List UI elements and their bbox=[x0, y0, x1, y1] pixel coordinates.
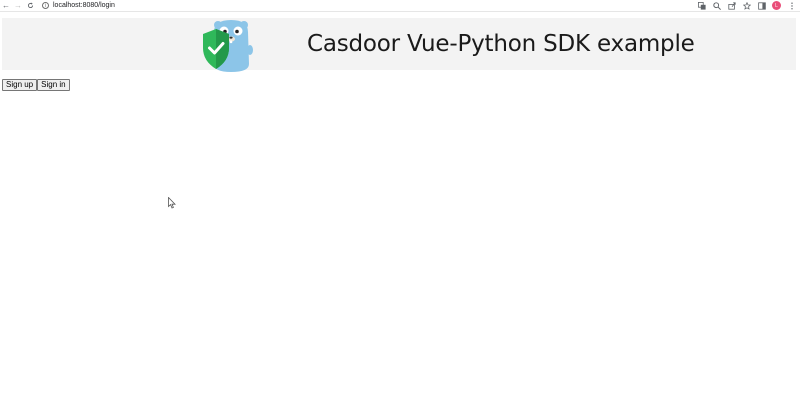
translate-icon[interactable] bbox=[697, 1, 706, 10]
address-bar[interactable]: i localhost:8080/login bbox=[42, 1, 115, 11]
url-text[interactable]: localhost:8080/login bbox=[53, 2, 115, 9]
share-icon[interactable] bbox=[727, 1, 736, 10]
mouse-pointer-icon bbox=[168, 197, 176, 209]
sign-up-button[interactable]: Sign up bbox=[2, 79, 38, 91]
sign-in-button[interactable]: Sign in bbox=[37, 79, 70, 91]
toolbar-actions: L bbox=[697, 1, 800, 10]
back-icon[interactable]: ← bbox=[0, 0, 12, 12]
zoom-icon[interactable] bbox=[712, 1, 721, 10]
side-panel-icon[interactable] bbox=[757, 1, 766, 10]
header-banner: Casdoor Vue-Python SDK example bbox=[2, 18, 796, 72]
bookmark-star-icon[interactable] bbox=[742, 1, 751, 10]
reload-icon[interactable] bbox=[24, 0, 36, 12]
profile-avatar[interactable]: L bbox=[772, 1, 781, 10]
reload-glyph bbox=[27, 2, 33, 9]
browser-toolbar: ← → i localhost:8080/login L bbox=[0, 0, 800, 12]
auth-button-group: Sign up Sign in bbox=[2, 79, 70, 91]
casdoor-gopher-logo-icon bbox=[203, 20, 253, 72]
page-title: Casdoor Vue-Python SDK example bbox=[307, 31, 695, 57]
info-icon[interactable]: i bbox=[42, 2, 49, 9]
more-menu-icon[interactable] bbox=[787, 1, 796, 10]
forward-icon[interactable]: → bbox=[12, 0, 24, 12]
